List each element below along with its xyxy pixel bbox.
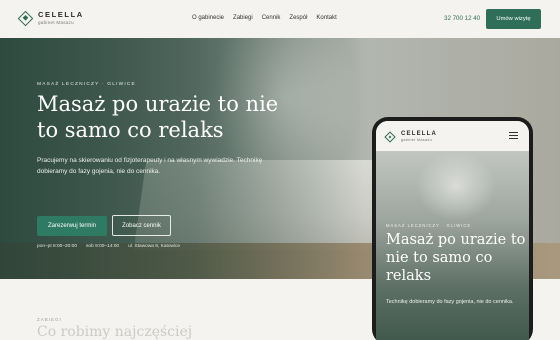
mobile-hero-eyebrow: MASAŻ LECZNICZY · GLIWICE [386,223,472,228]
mobile-brand-wordmark: CELELLA gabinet Masażu [401,131,437,143]
mobile-hero: MASAŻ LECZNICZY · GLIWICE Masaż po urazi… [376,151,529,340]
reserve-button[interactable]: Zarezerwuj termin [37,216,107,236]
hero-headline: Masaż po urazie to nie to samo co relaks [37,92,279,142]
nav-item-zespol[interactable]: Zespół [289,15,307,21]
site-header: CELELLA gabinet Masażu O gabinecie Zabie… [0,0,560,38]
brand-name: CELELLA [38,10,84,19]
mobile-brand-name: CELELLA [401,131,438,137]
diamond-logo-icon [384,131,396,143]
mobile-header: CELELLA gabinet Masażu [376,121,529,151]
mobile-brand-tagline: gabinet Masażu [401,138,433,142]
brand-logo[interactable]: CELELLA gabinet Masażu [17,10,84,26]
hamburger-menu-icon[interactable] [509,132,518,139]
mobile-screen: CELELLA gabinet Masażu MASAŻ LECZNICZY ·… [376,121,529,340]
nav-item-cennik[interactable]: Cennik [262,15,281,21]
nav-item-o-gabinecie[interactable]: O gabinecie [192,15,224,21]
hero-meta: pon–pt 8:00–20:00 sob 9:00–14:00 ul. Sta… [37,244,180,249]
hours-weekdays: pon–pt 8:00–20:00 [37,244,78,249]
section-eyebrow: ZABIEGI [37,317,62,322]
mobile-hero-lead: Technikę dobieramy do fazy gojenia, nie … [386,299,514,305]
brand-tagline: gabinet Masażu [38,19,74,25]
pricing-button[interactable]: Zobacz cennik [112,215,171,236]
address: ul. Stawowa 8, Katowice [128,244,181,249]
hours-saturday: sob 9:00–14:00 [86,244,120,249]
phone-link[interactable]: 32 700 12 40 [444,15,480,22]
brand-wordmark: CELELLA gabinet Masażu [38,11,84,25]
nav-item-kontakt[interactable]: Kontakt [316,15,336,21]
section-title: Co robimy najczęściej [37,324,193,340]
hero-lead: Pracujemy na skierowaniu od fizjoterapeu… [37,157,263,175]
book-visit-button[interactable]: Umów wizytę [486,9,541,29]
diamond-logo-icon [17,10,34,26]
nav-item-zabiegi[interactable]: Zabiegi [233,15,253,21]
mobile-hero-headline: Masaż po urazie to nie to samo co relaks [386,232,526,284]
mobile-preview-device: CELELLA gabinet Masażu MASAŻ LECZNICZY ·… [372,117,533,340]
hero-eyebrow: MASAŻ LECZNICZY · GLIWICE [37,82,136,87]
mobile-brand-logo[interactable]: CELELLA gabinet Masażu [384,131,437,143]
main-nav: O gabinecie Zabiegi Cennik Zespół Kontak… [192,15,337,21]
